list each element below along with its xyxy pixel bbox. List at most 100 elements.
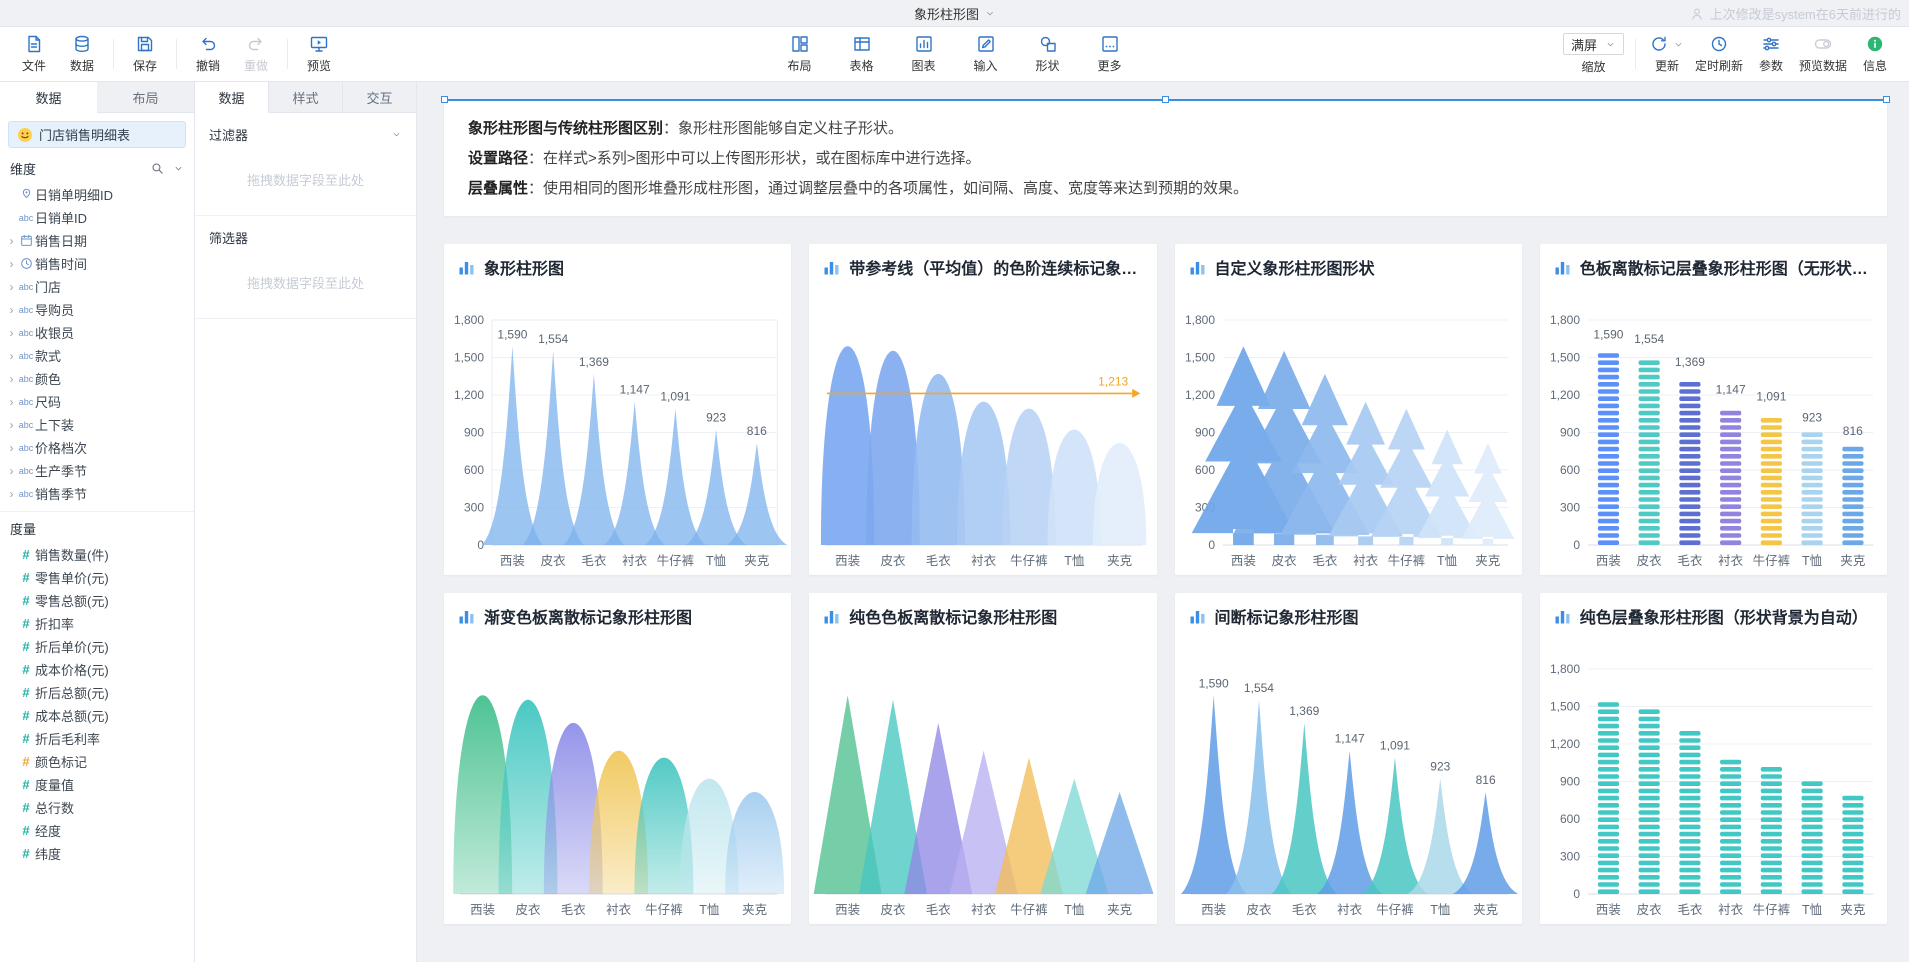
redo-button[interactable]: 重做 (232, 34, 280, 74)
measure-item[interactable]: › # 折后毛利率 (0, 727, 194, 750)
dimension-item[interactable]: › abc 日销单ID (0, 206, 194, 229)
toolbar-separator (113, 39, 114, 69)
dimension-item[interactable]: › abc 上下装 (0, 413, 194, 436)
chart-card[interactable]: 间断标记象形柱形图 1,5901,5541,3691,1471,09192381… (1175, 593, 1522, 924)
expand-caret-icon[interactable]: › (6, 395, 17, 409)
expand-caret-icon[interactable]: › (6, 441, 17, 455)
expand-caret-icon[interactable]: › (6, 280, 17, 294)
dataset-selector[interactable]: 门店销售明细表 (8, 121, 186, 148)
chart-card[interactable]: 纯色色板离散标记象形柱形图 西装皮衣毛衣衬衣牛仔裤T恤夹克 (809, 593, 1156, 924)
preview-button[interactable]: 预览 (295, 34, 343, 74)
expand-caret-icon[interactable]: › (6, 372, 17, 386)
measure-item[interactable]: › # 折后单价(元) (0, 635, 194, 658)
expand-caret-icon[interactable]: › (6, 349, 17, 363)
resize-handle[interactable] (1162, 96, 1169, 103)
dimension-item[interactable]: › abc 收银员 (0, 321, 194, 344)
filter-dropzone[interactable]: 拖拽数据字段至此处 (209, 144, 402, 211)
dimension-item[interactable]: › abc 门店 (0, 275, 194, 298)
tab-panel-data[interactable]: 数据 (195, 82, 269, 113)
measure-item[interactable]: › # 颜色标记 (0, 750, 194, 773)
search-icon[interactable] (150, 161, 165, 176)
dimension-item[interactable]: › 日销单明细ID (0, 183, 194, 206)
input-button[interactable]: 输入 (962, 34, 1010, 74)
expand-caret-icon[interactable]: › (6, 487, 17, 501)
expand-caret-icon[interactable]: › (6, 418, 17, 432)
dimension-item[interactable]: › abc 款式 (0, 344, 194, 367)
expand-caret-icon[interactable]: › (6, 326, 17, 340)
preview-data-toggle[interactable]: 预览数据 (1795, 34, 1851, 74)
chart-card[interactable]: 渐变色板离散标记象形柱形图 西装皮衣毛衣衬衣牛仔裤T恤夹克 (444, 593, 791, 924)
data-button[interactable]: 数据 (58, 34, 106, 74)
refresh-button[interactable]: 更新 (1643, 34, 1691, 74)
tab-panel-style[interactable]: 样式 (269, 82, 343, 113)
undo-label: 撤销 (196, 57, 220, 74)
svg-text:1,800: 1,800 (1550, 313, 1580, 327)
measure-item[interactable]: › # 总行数 (0, 796, 194, 819)
chart-card[interactable]: 带参考线（平均值）的色阶连续标记象形柱形图 1,213西装皮衣毛衣衬衣牛仔裤T恤… (809, 244, 1156, 575)
dimension-item[interactable]: › abc 导购员 (0, 298, 194, 321)
field-label: 折后总额(元) (35, 683, 109, 702)
svg-text:1,369: 1,369 (1289, 704, 1319, 718)
chart-card[interactable]: 色板离散标记层叠象形柱形图（无形状背景） 03006009001,2001,50… (1540, 244, 1887, 575)
measure-item[interactable]: › # 零售单价(元) (0, 566, 194, 589)
resize-handle[interactable] (1883, 96, 1890, 103)
shape-button[interactable]: 形状 (1024, 34, 1072, 74)
svg-text:牛仔裤: 牛仔裤 (1010, 553, 1048, 568)
expand-caret-icon[interactable]: › (6, 464, 17, 478)
chart-card[interactable]: 纯色层叠象形柱形图（形状背景为自动） 03006009001,2001,5001… (1540, 593, 1887, 924)
measure-item[interactable]: › # 零售总额(元) (0, 589, 194, 612)
tab-panel-interaction[interactable]: 交互 (343, 82, 416, 113)
measure-item[interactable]: › # 成本价格(元) (0, 658, 194, 681)
timed-refresh-button[interactable]: 定时刷新 (1691, 34, 1747, 74)
layout-button[interactable]: 布局 (776, 34, 824, 74)
save-button[interactable]: 保存 (121, 34, 169, 74)
measure-item[interactable]: › # 经度 (0, 819, 194, 842)
measure-item[interactable]: › # 纬度 (0, 842, 194, 865)
more-button[interactable]: 更多 (1086, 34, 1134, 74)
tab-data[interactable]: 数据 (0, 82, 97, 113)
info-text-card[interactable]: 象形柱形图与传统柱形图区别：象形柱形图能够自定义柱子形状。 设置路径：在样式>系… (444, 99, 1887, 216)
chart-card[interactable]: 自定义象形柱形图形状 03006009001,2001,5001,800西装皮衣… (1175, 244, 1522, 575)
dimension-item[interactable]: › abc 销售季节 (0, 482, 194, 505)
chevron-down-icon[interactable] (173, 163, 184, 174)
dataset-name: 门店销售明细表 (39, 125, 130, 144)
measure-item[interactable]: › # 折扣率 (0, 612, 194, 635)
toolbar-separator (176, 39, 177, 69)
sliders-icon (1761, 34, 1781, 54)
chart-card[interactable]: 象形柱形图 03006009001,2001,5001,8001,5901,55… (444, 244, 791, 575)
measure-hash-icon: # (17, 823, 35, 838)
dimension-item[interactable]: › abc 生产季节 (0, 459, 194, 482)
svg-text:1,590: 1,590 (1198, 676, 1228, 690)
params-button[interactable]: 参数 (1747, 34, 1795, 74)
dimension-item[interactable]: › abc 价格档次 (0, 436, 194, 459)
text-field-icon: abc (17, 489, 35, 499)
measure-item[interactable]: › # 度量值 (0, 773, 194, 796)
expand-caret-icon[interactable]: › (6, 257, 17, 271)
chevron-down-icon[interactable] (391, 129, 402, 140)
expand-caret-icon[interactable]: › (6, 303, 17, 317)
tab-layout[interactable]: 布局 (97, 82, 194, 113)
measure-item[interactable]: › # 销售数量(件) (0, 543, 194, 566)
undo-button[interactable]: 撤销 (184, 34, 232, 74)
dimension-item[interactable]: › 销售时间 (0, 252, 194, 275)
svg-text:毛衣: 毛衣 (1677, 902, 1703, 917)
chart-button[interactable]: 图表 (900, 34, 948, 74)
dashboard-title-dropdown[interactable]: 象形柱形图 (914, 0, 995, 27)
selector-dropzone[interactable]: 拖拽数据字段至此处 (209, 247, 402, 314)
zoom-dropdown[interactable]: 满屏 (1563, 33, 1624, 55)
expand-caret-icon[interactable]: › (6, 234, 17, 248)
measure-item[interactable]: › # 折后总额(元) (0, 681, 194, 704)
shape-label: 形状 (1035, 57, 1059, 74)
measure-hash-icon: # (17, 777, 35, 792)
bar-chart-icon (458, 608, 475, 625)
dimension-item[interactable]: › abc 尺码 (0, 390, 194, 413)
dimension-item[interactable]: › abc 颜色 (0, 367, 194, 390)
svg-text:衬衣: 衬衣 (1353, 553, 1379, 568)
measure-item[interactable]: › # 成本总额(元) (0, 704, 194, 727)
resize-handle[interactable] (441, 96, 448, 103)
svg-text:600: 600 (1560, 463, 1580, 477)
dimension-item[interactable]: › 销售日期 (0, 229, 194, 252)
info-button[interactable]: 信息 (1851, 34, 1899, 74)
file-button[interactable]: 文件 (10, 34, 58, 74)
table-button[interactable]: 表格 (838, 34, 886, 74)
